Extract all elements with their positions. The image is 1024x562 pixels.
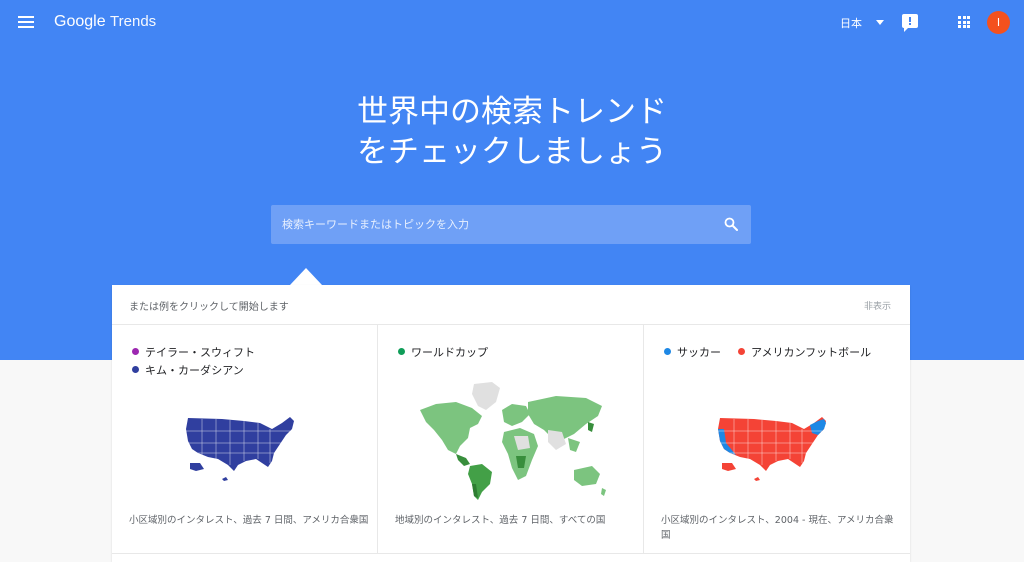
legend-item: サッカー <box>664 344 721 360</box>
legend-dot-icon <box>132 348 139 355</box>
google-trends-logo[interactable]: Google Trends <box>54 13 156 31</box>
hero-title-line1: 世界中の検索トレンド <box>357 94 667 130</box>
example-card[interactable]: サッカー アメリカンフットボール 小区域別のインタレスト、2004 - 現在、ア… <box>644 325 910 553</box>
legend-dot-icon <box>664 348 671 355</box>
examples-header: または例をクリックして開始します 非表示 <box>112 285 910 325</box>
world-map-icon <box>420 382 606 500</box>
card-footnote: 地域別のインタレスト、過去 7 日間、すべての国 <box>395 515 606 526</box>
menu-icon[interactable] <box>18 16 34 28</box>
search-box[interactable] <box>271 205 751 244</box>
caret-down-icon[interactable] <box>876 20 884 25</box>
legend-label: テイラー・スウィフト <box>145 346 255 359</box>
card-footnote: 小区域別のインタレスト、過去 7 日間、アメリカ合衆国 <box>129 515 369 526</box>
usa-map-icon <box>186 417 294 481</box>
top-bar: Google Trends 日本 I <box>0 0 1024 46</box>
examples-title: または例をクリックして開始します <box>129 302 289 313</box>
card-footnote: 小区域別のインタレスト、2004 - 現在、アメリカ合衆国 <box>661 515 894 541</box>
search-input[interactable] <box>271 205 711 244</box>
hero-title-line2: をチェックしましょう <box>357 134 667 170</box>
example-card[interactable]: ワールドカップ 地域別のインタレスト、過去 7 日間、すべての国 <box>378 325 644 553</box>
legend-dot-icon <box>398 348 405 355</box>
legend-label: キム・カーダシアン <box>145 364 244 377</box>
account-avatar[interactable]: I <box>987 11 1010 34</box>
legend-label: サッカー <box>677 346 721 359</box>
legend-label: ワールドカップ <box>411 346 488 359</box>
logo-google-text: Google <box>54 13 106 30</box>
hide-button[interactable]: 非表示 <box>864 299 891 312</box>
example-card[interactable]: テイラー・スウィフト キム・カーダシアン 小区域別のインタレスト、過去 7 日間… <box>112 325 378 553</box>
legend-item: キム・カーダシアン <box>132 362 244 378</box>
examples-panel: または例をクリックして開始します 非表示 テイラー・スウィフト キム・カーダシア… <box>112 285 910 562</box>
language-selector[interactable]: 日本 <box>840 15 862 31</box>
usa-map-icon <box>718 417 826 481</box>
panel-divider <box>112 553 910 562</box>
legend-dot-icon <box>738 348 745 355</box>
apps-grid-icon[interactable] <box>958 16 970 28</box>
legend-item: ワールドカップ <box>398 344 488 360</box>
search-icon[interactable] <box>724 217 738 231</box>
hero-title: 世界中の検索トレンド をチェックしましょう <box>262 92 762 172</box>
panel-pointer <box>290 268 322 285</box>
legend-item: テイラー・スウィフト <box>132 344 255 360</box>
feedback-icon[interactable] <box>902 14 918 32</box>
legend-item: アメリカンフットボール <box>738 344 871 360</box>
logo-trends-text: Trends <box>110 13 157 30</box>
legend-dot-icon <box>132 366 139 373</box>
legend-label: アメリカンフットボール <box>751 346 872 359</box>
